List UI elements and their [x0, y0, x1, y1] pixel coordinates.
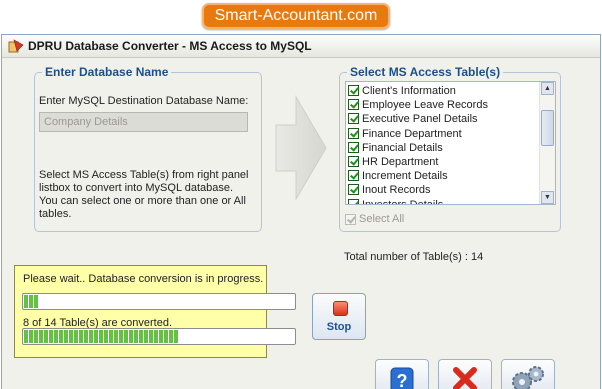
checkbox-icon[interactable] — [348, 99, 359, 111]
scroll-up-button[interactable]: ▲ — [541, 82, 554, 95]
table-list-item[interactable]: Increment Details — [348, 169, 540, 183]
tables-listbox[interactable]: Client's Information Employee Leave Recor… — [345, 81, 556, 205]
overall-progress-bar — [22, 328, 296, 345]
help-text: Select MS Access Table(s) from right pan… — [39, 169, 249, 220]
svg-text:?: ? — [397, 371, 408, 389]
table-list-item-label: Employee Leave Records — [362, 99, 488, 112]
title-bar: DPRU Database Converter - MS Access to M… — [2, 35, 600, 58]
checkbox-icon[interactable] — [348, 170, 359, 182]
red-x-icon — [453, 367, 477, 389]
gears-icon — [512, 366, 544, 389]
table-list-item[interactable]: Investors Details — [348, 198, 540, 205]
window-title: DPRU Database Converter - MS Access to M… — [28, 39, 312, 53]
checkbox-icon[interactable] — [348, 198, 359, 204]
database-name-legend: Enter Database Name — [42, 65, 172, 79]
tables-legend: Select MS Access Table(s) — [347, 65, 504, 79]
table-list-item[interactable]: Finance Department — [348, 127, 540, 141]
checkbox-icon[interactable] — [348, 113, 359, 125]
table-list-item-label: Client's Information — [362, 85, 456, 97]
stop-label: Stop — [326, 321, 352, 333]
table-progress-bar — [22, 293, 296, 310]
table-list-item-label: Increment Details — [362, 170, 448, 183]
table-list-item[interactable]: Financial Details — [348, 141, 540, 155]
table-list-item-label: Executive Panel Details — [362, 113, 478, 126]
table-list-item[interactable]: Inout Records — [348, 183, 540, 197]
table-list-item-label: Finance Department — [362, 127, 462, 140]
table-list-item-label: Financial Details — [362, 141, 443, 154]
listbox-scrollbar[interactable]: ▲ ▼ — [539, 82, 555, 204]
app-icon — [8, 39, 24, 53]
site-banner: Smart-Accountant.com — [202, 3, 390, 29]
checkbox-icon[interactable] — [348, 141, 359, 153]
db-name-label: Enter MySQL Destination Database Name: — [39, 95, 249, 107]
table-list-item[interactable]: Employee Leave Records — [348, 98, 540, 112]
overall-progress-fill — [24, 330, 180, 343]
table-progress-fill — [24, 295, 38, 308]
stop-icon — [333, 301, 348, 316]
right-arrow-icon — [275, 95, 327, 201]
table-list-item[interactable]: Client's Information — [348, 84, 540, 98]
exit-button[interactable] — [438, 359, 492, 389]
help-button[interactable]: ? — [375, 359, 429, 389]
question-mark-icon: ? — [390, 367, 414, 389]
scroll-thumb[interactable] — [541, 110, 554, 146]
app-window: DPRU Database Converter - MS Access to M… — [1, 34, 601, 389]
db-name-input[interactable]: Company Details — [39, 112, 248, 132]
checkbox-icon[interactable] — [348, 184, 359, 196]
progress-status-text: Please wait.. Database conversion is in … — [23, 273, 264, 285]
select-all-label: Select All — [359, 213, 405, 225]
select-all-check-icon — [345, 214, 356, 225]
table-list-item-label: HR Department — [362, 156, 439, 168]
checkbox-icon[interactable] — [348, 85, 359, 96]
table-list-item[interactable]: HR Department — [348, 155, 540, 169]
total-tables-text: Total number of Table(s) : 14 — [344, 251, 484, 263]
table-list-item-label: Inout Records — [362, 184, 431, 197]
checkbox-icon[interactable] — [348, 156, 359, 167]
settings-button[interactable] — [501, 359, 555, 389]
scroll-down-button[interactable]: ▼ — [541, 191, 554, 204]
table-list-item-label: Investors Details — [362, 198, 444, 205]
stop-button[interactable]: Stop — [312, 293, 366, 340]
table-list-item[interactable]: Executive Panel Details — [348, 112, 540, 126]
checkbox-icon[interactable] — [348, 127, 359, 139]
